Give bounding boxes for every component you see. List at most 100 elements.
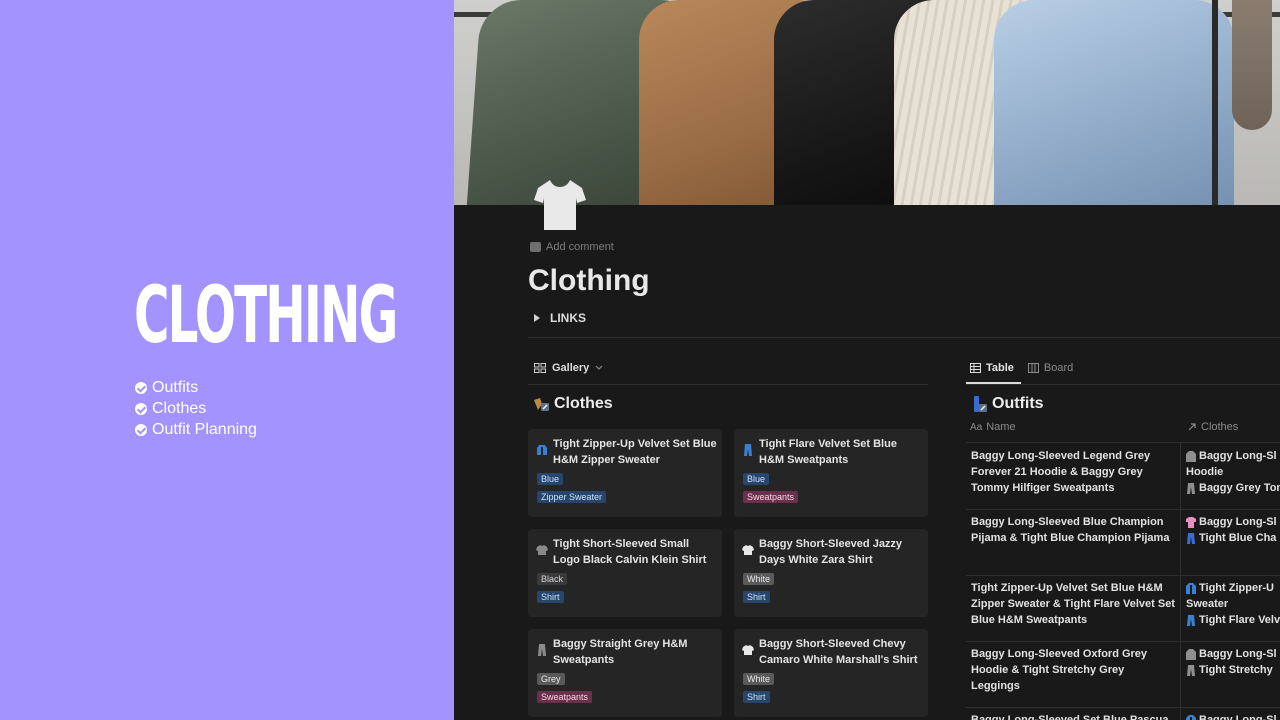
column-divider: [1180, 443, 1181, 720]
check-circle-icon: [135, 381, 147, 394]
relation-item[interactable]: Baggy Grey Tom: [1186, 480, 1280, 496]
relation-item-continued: Sweater: [1186, 596, 1280, 612]
gallery-card[interactable]: Baggy Short-Sleeved Chevy Camaro White M…: [734, 629, 928, 717]
pants-icon: [538, 644, 546, 656]
shirt-icon: [536, 545, 548, 555]
gallery-card[interactable]: Tight Short-Sleeved Small Logo Black Cal…: [528, 529, 722, 617]
shirt-icon: [742, 645, 754, 655]
comment-icon: [530, 242, 541, 252]
gallery-view-selector[interactable]: Gallery: [534, 362, 603, 374]
table-icon: [970, 363, 981, 373]
relation-item[interactable]: Baggy Long-Sl: [1186, 646, 1280, 662]
relation-item[interactable]: Baggy Long-Sl: [1186, 514, 1280, 530]
relation-item-label: Baggy Long-Sl: [1199, 450, 1277, 462]
relation-item[interactable]: Tight Stretchy: [1186, 662, 1280, 678]
table-row-name[interactable]: Baggy Long-Sleeved Oxford Grey Hoodie & …: [971, 646, 1176, 694]
table-row-name[interactable]: Baggy Long-Sleeved Set Blue Pascua: [971, 712, 1176, 720]
table-row-name[interactable]: Tight Zipper-Up Velvet Set Blue H&M Zipp…: [971, 580, 1176, 628]
row-divider: [966, 707, 1280, 708]
outfits-db-title[interactable]: Outfits: [972, 395, 1044, 413]
relation-item[interactable]: Baggy Long-Sl: [1186, 712, 1280, 720]
row-divider: [966, 575, 1280, 576]
card-title: Tight Flare Velvet Set Blue H&M Sweatpan…: [759, 438, 897, 466]
leggings-icon: [1187, 664, 1195, 676]
relation-item-label: Baggy Grey Tom: [1199, 482, 1280, 494]
promo-item-label: Outfits: [152, 378, 199, 396]
text-property-icon: Aa: [970, 421, 983, 433]
jacket-icon: [537, 445, 547, 455]
chevron-down-icon: [595, 365, 603, 370]
hanging-hat: [1232, 0, 1272, 130]
relation-item-label: Tight Blue Cha: [1199, 532, 1277, 544]
type-tag: Zipper Sweater: [537, 491, 607, 503]
tshirt-icon[interactable]: [532, 176, 588, 232]
card-title: Baggy Short-Sleeved Chevy Camaro White M…: [759, 638, 918, 666]
clothes-db-title-text: Clothes: [554, 395, 613, 412]
card-title: Tight Zipper-Up Velvet Set Blue H&M Zipp…: [553, 438, 717, 466]
table-row-clothes[interactable]: Tight Zipper-U Sweater Tight Flare Velv: [1186, 580, 1280, 628]
relation-item[interactable]: Tight Flare Velv: [1186, 612, 1280, 628]
jacket-icon: [1186, 582, 1196, 594]
relation-item-label: Hoodie: [1186, 466, 1224, 478]
promo-panel: CLOTHING Outfits Clothes Outfit Planning: [0, 0, 454, 720]
relation-item-label: Baggy Long-Sl: [1199, 714, 1277, 720]
page-title[interactable]: Clothing: [528, 264, 650, 298]
relation-item[interactable]: Tight Blue Cha: [1186, 530, 1280, 546]
relation-item-label: Tight Zipper-U: [1199, 582, 1274, 594]
clothes-db-title[interactable]: Clothes: [532, 395, 613, 413]
triangle-right-icon: [534, 314, 540, 322]
gallery-card[interactable]: Baggy Short-Sleeved Jazzy Days White Zar…: [734, 529, 928, 617]
cover-image[interactable]: [454, 0, 1280, 205]
column-header-clothes[interactable]: Clothes: [1187, 421, 1238, 433]
tab-table-label: Table: [986, 362, 1014, 374]
column-header-clothes-label: Clothes: [1201, 421, 1239, 433]
shirt-icon: [742, 545, 754, 555]
gallery-card[interactable]: Tight Flare Velvet Set Blue H&M Sweatpan…: [734, 429, 928, 517]
table-row-clothes[interactable]: Baggy Long-Sl Tight Stretchy: [1186, 646, 1280, 678]
tab-board-label: Board: [1043, 362, 1074, 374]
add-comment-button[interactable]: Add comment: [530, 241, 614, 253]
promo-title: CLOTHING: [134, 271, 398, 361]
relation-item-label: Tight Stretchy: [1199, 664, 1273, 676]
column-header-name[interactable]: Aa Name: [970, 421, 1016, 433]
table-row-name[interactable]: Baggy Long-Sleeved Legend Grey Forever 2…: [971, 448, 1176, 496]
relation-item[interactable]: Baggy Long-Sl: [1186, 448, 1280, 464]
outfits-db-title-text: Outfits: [992, 395, 1044, 412]
notion-page: Add comment Clothing LINKS Gallery Cloth…: [454, 0, 1280, 720]
color-tag: Blue: [537, 473, 564, 485]
promo-feature-list: Outfits Clothes Outfit Planning: [135, 377, 257, 440]
divider: [528, 337, 1280, 338]
table-row-clothes[interactable]: Baggy Long-Sl Hoodie Baggy Grey Tom: [1186, 448, 1280, 496]
clothes-db-icon: [534, 398, 549, 411]
card-title: Baggy Short-Sleeved Jazzy Days White Zar…: [759, 538, 903, 566]
color-tag: Grey: [537, 673, 565, 685]
gallery-card[interactable]: Tight Zipper-Up Velvet Set Blue H&M Zipp…: [528, 429, 722, 517]
relation-item-label: Sweater: [1186, 598, 1229, 610]
table-row-clothes[interactable]: Baggy Long-Sl: [1186, 712, 1280, 720]
relation-item[interactable]: Tight Zipper-U: [1186, 580, 1280, 596]
pants-icon: [1187, 532, 1195, 544]
divider: [966, 384, 1280, 385]
add-comment-label: Add comment: [546, 241, 614, 253]
tab-board[interactable]: Board: [1027, 362, 1074, 374]
tab-table[interactable]: Table: [970, 362, 1014, 374]
jacket-icon: [1186, 714, 1196, 720]
type-tag: Sweatpants: [537, 691, 593, 703]
outfits-db-icon: [974, 396, 987, 412]
promo-item-label: Outfit Planning: [152, 420, 257, 438]
card-title: Baggy Straight Grey H&M Sweatpants: [553, 638, 688, 666]
gallery-card[interactable]: Baggy Straight Grey H&M Sweatpants Grey …: [528, 629, 722, 717]
relation-arrow-icon: [1188, 423, 1196, 431]
color-tag: White: [743, 573, 775, 585]
type-tag: Shirt: [537, 591, 564, 603]
links-toggle[interactable]: LINKS: [534, 311, 586, 325]
outfits-view-tabs: Table Board: [970, 362, 1073, 374]
table-row-name[interactable]: Baggy Long-Sleeved Blue Champion Pijama …: [971, 514, 1176, 546]
type-tag: Shirt: [743, 591, 770, 603]
divider: [528, 384, 928, 385]
table-row-clothes[interactable]: Baggy Long-Sl Tight Blue Cha: [1186, 514, 1280, 546]
promo-item-outfit-planning: Outfit Planning: [135, 419, 257, 440]
shirt-icon: [1186, 516, 1196, 528]
relation-item-label: Baggy Long-Sl: [1199, 648, 1277, 660]
relation-item-label: Baggy Long-Sl: [1199, 516, 1277, 528]
